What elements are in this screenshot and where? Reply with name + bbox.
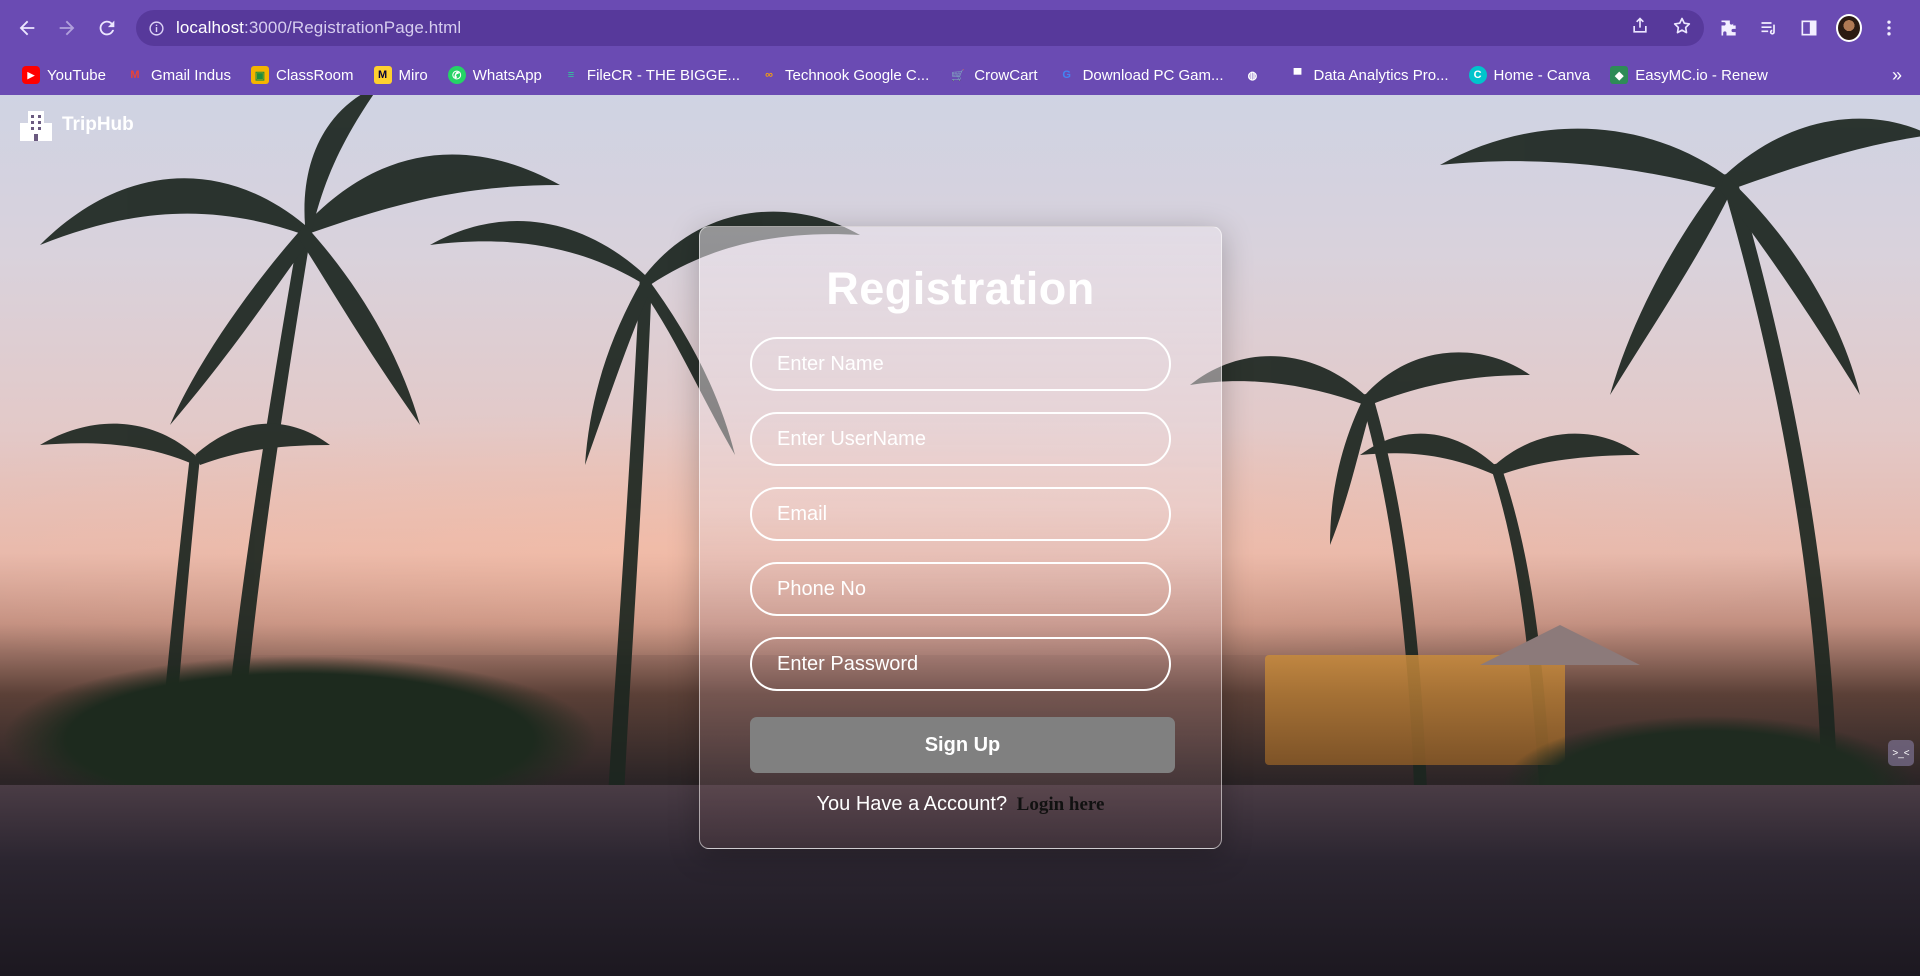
bookmark-item[interactable]: ◆ EasyMC.io - Renew [1602, 60, 1776, 90]
bookmarks-bar: ▶ YouTube M Gmail Indus ▣ ClassRoom M Miro ✆ What… [0, 55, 1920, 95]
bookmark-item[interactable]: 🛒 CrowCart [941, 60, 1045, 90]
canva-icon: C [1468, 66, 1487, 84]
hotel-building-icon [20, 111, 52, 141]
back-button[interactable] [7, 8, 47, 48]
menu-kebab-icon[interactable] [1876, 15, 1902, 41]
globe-icon: ◍ [1247, 69, 1258, 82]
extensions-icon[interactable] [1716, 15, 1742, 41]
arrow-right-icon [59, 20, 75, 35]
registration-title: Registration [826, 263, 1095, 314]
bookmark-item[interactable]: M Miro [366, 60, 436, 90]
bookmark-item[interactable]: ▣ ClassRoom [243, 60, 362, 90]
bookmark-label: Home - Canva [1493, 66, 1591, 84]
bookmark-label: FileCR - THE BIGGE... [586, 66, 740, 84]
reload-button[interactable] [87, 8, 127, 48]
technook-icon: ∞ [765, 69, 773, 81]
forward-button[interactable] [47, 8, 87, 48]
name-input[interactable] [750, 337, 1171, 391]
bookmark-label: YouTube [47, 66, 106, 84]
url-text: localhost:3000/RegistrationPage.html [176, 18, 461, 38]
easymc-icon: ◆ [1610, 66, 1629, 84]
site-info-icon[interactable] [136, 20, 176, 37]
url-host: localhost [176, 18, 244, 37]
filecr-icon: ≡ [567, 69, 575, 81]
bookmark-label: ClassRoom [276, 66, 354, 84]
url-path: :3000/RegistrationPage.html [244, 18, 462, 37]
bookmark-label: Miro [398, 66, 428, 84]
bookmark-item[interactable]: ≡ FileCR - THE BIGGE... [554, 60, 748, 90]
arrow-left-icon [19, 20, 35, 35]
bookmark-item[interactable]: ▀ Data Analytics Pro... [1280, 60, 1456, 90]
bookmark-label: CrowCart [974, 66, 1038, 84]
classroom-icon: ▣ [251, 66, 269, 84]
profile-avatar[interactable] [1836, 14, 1862, 42]
bookmark-label: EasyMC.io - Renew [1635, 66, 1768, 84]
address-bar[interactable]: localhost:3000/RegistrationPage.html [136, 10, 1704, 46]
bookmark-item[interactable]: C Home - Canva [1461, 60, 1599, 90]
share-icon[interactable] [1630, 16, 1650, 41]
more-bookmarks-button[interactable]: » [1892, 55, 1902, 95]
login-prompt: You Have a Account? Login here [700, 793, 1221, 816]
bookmark-label: Data Analytics Pro... [1313, 66, 1449, 84]
brand-name: TripHub [62, 114, 134, 135]
registration-card: Registration Sign Up You Have a Account?… [699, 226, 1222, 849]
bookmark-item[interactable]: ▶ YouTube [14, 60, 114, 90]
browser-chrome: localhost:3000/RegistrationPage.html ▶ Yo… [0, 0, 1920, 95]
bookmark-item[interactable]: ✆ WhatsApp [440, 60, 550, 90]
miro-icon: M [373, 66, 392, 84]
username-input[interactable] [750, 412, 1171, 466]
sign-up-button[interactable]: Sign Up [750, 717, 1175, 773]
reading-list-icon[interactable] [1756, 15, 1782, 41]
bookmark-item[interactable]: ◍ [1235, 60, 1276, 90]
login-link[interactable]: Login here [1017, 794, 1105, 815]
login-prompt-text: You Have a Account? [816, 793, 1008, 815]
side-panel-icon[interactable] [1796, 15, 1822, 41]
bookmark-label: WhatsApp [472, 66, 542, 84]
bookmark-label: Gmail Indus [150, 66, 231, 84]
bookmark-label: Technook Google C... [784, 66, 930, 84]
cart-icon: 🛒 [951, 69, 966, 82]
password-input[interactable] [750, 637, 1171, 691]
phone-input[interactable] [750, 562, 1171, 616]
bookmark-star-icon[interactable] [1672, 16, 1692, 41]
bookmark-item[interactable]: G Download PC Gam... [1050, 60, 1232, 90]
brand-logo[interactable]: TripHub [16, 105, 134, 145]
bookmark-item[interactable]: ∞ Technook Google C... [752, 60, 937, 90]
data-analytics-icon: ▀ [1293, 69, 1302, 81]
reload-icon [99, 20, 115, 35]
whatsapp-icon: ✆ [447, 66, 466, 84]
browser-toolbar: localhost:3000/RegistrationPage.html [0, 0, 1920, 55]
youtube-icon: ▶ [22, 66, 40, 84]
google-icon: G [1062, 69, 1071, 81]
email-input[interactable] [750, 487, 1171, 541]
bookmark-label: Download PC Gam... [1082, 66, 1224, 84]
page-background: TripHub Registration Sign Up You Have a … [0, 95, 1920, 976]
floating-widget-icon[interactable]: >_< [1888, 740, 1914, 766]
gmail-icon: M [130, 69, 140, 81]
bookmark-item[interactable]: M Gmail Indus [118, 60, 239, 90]
